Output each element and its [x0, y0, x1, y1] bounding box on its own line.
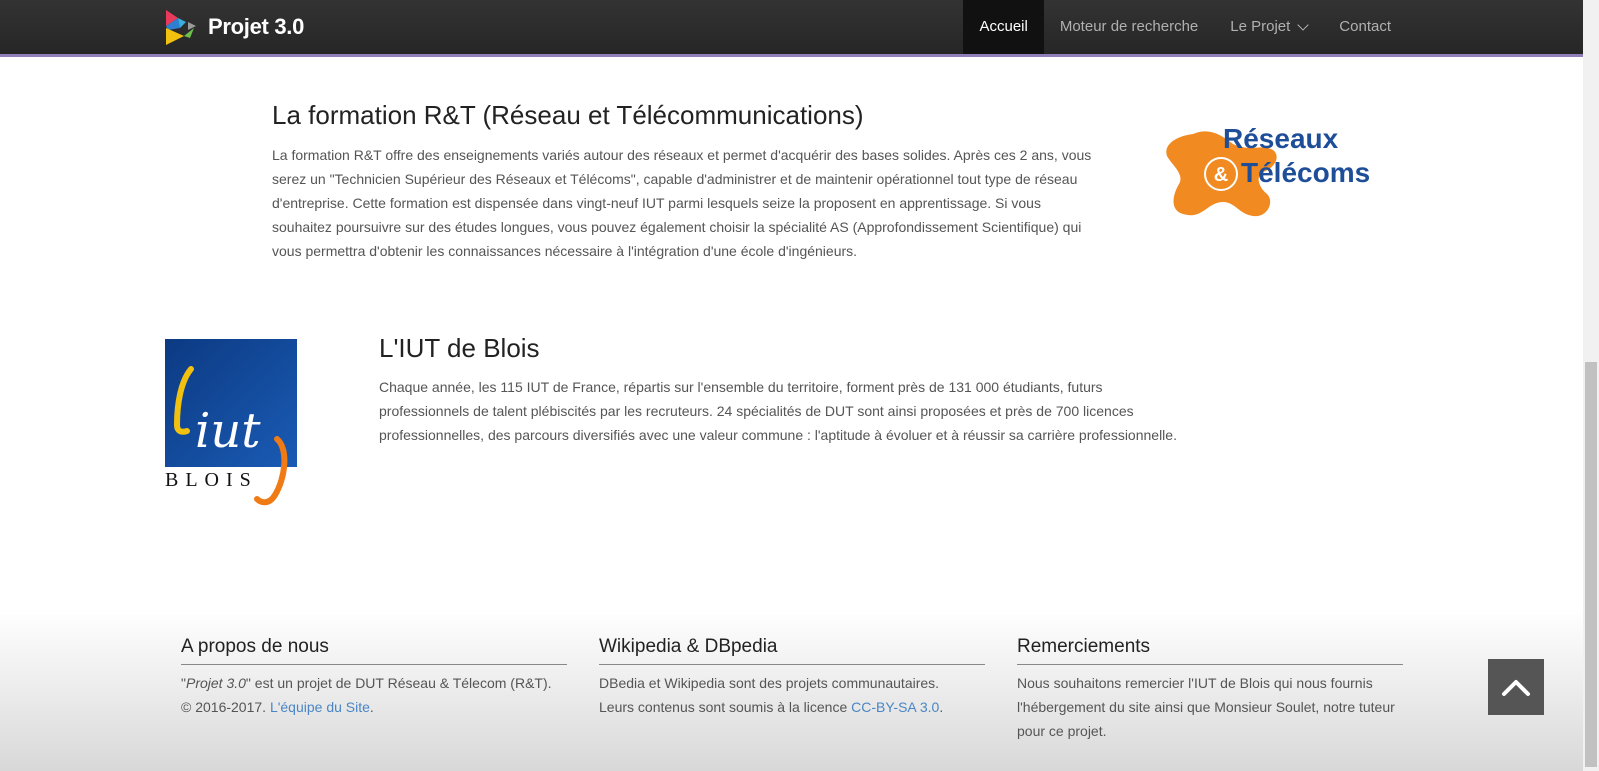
nav-item-le-projet[interactable]: Le Projet: [1214, 0, 1323, 54]
chevron-up-icon: [1502, 680, 1530, 696]
scrollbar-thumb[interactable]: [1585, 362, 1597, 767]
nav-item-contact[interactable]: Contact: [1323, 0, 1407, 54]
footer-thanks-text: Nous souhaitons remercier l'IUT de Blois…: [1017, 675, 1395, 739]
brand-link[interactable]: Projet 3.0: [164, 8, 304, 46]
footer-project-name: Projet 3.0: [185, 675, 246, 691]
rt-logo-line2: Télécoms: [1241, 157, 1370, 188]
iut-logo-word: iut: [195, 403, 261, 459]
back-to-top-button[interactable]: [1488, 659, 1544, 715]
iut-section-title: L'IUT de Blois: [379, 333, 540, 363]
navbar: Projet 3.0 Accueil Moteur de recherche L…: [0, 0, 1583, 57]
footer-wiki-line1: DBedia et Wikipedia sont des projets com…: [599, 675, 940, 691]
nav-item-moteur-de-recherche[interactable]: Moteur de recherche: [1044, 0, 1214, 54]
brand-logo-icon: [166, 10, 196, 45]
iut-blois-logo: iut BLOIS: [165, 339, 297, 506]
footer-about: A propos de nous "Projet 3.0" est un pro…: [181, 636, 567, 719]
footer-thanks: Remerciements Nous souhaitons remercier …: [1017, 636, 1403, 743]
nav-item-le-projet-label: Le Projet: [1230, 18, 1291, 35]
chevron-down-icon: [1297, 19, 1309, 31]
main-nav: Accueil Moteur de recherche Le Projet Co…: [963, 0, 1407, 54]
footer: A propos de nous "Projet 3.0" est un pro…: [0, 608, 1583, 771]
footer-about-line1: est un projet de DUT Réseau & Télecom (R…: [250, 675, 552, 691]
rt-logo-line1: Réseaux: [1223, 123, 1339, 154]
footer-wiki-period: .: [939, 699, 944, 715]
footer-copyright: © 2016-2017.: [181, 699, 270, 715]
footer-about-title: A propos de nous: [181, 636, 567, 665]
footer-about-text: "Projet 3.0" est un projet de DUT Réseau…: [181, 675, 552, 715]
brand-name: Projet 3.0: [208, 14, 305, 39]
footer-wiki-line2: Leurs contenus sont soumis à la licence: [599, 699, 852, 715]
footer-thanks-title: Remerciements: [1017, 636, 1403, 665]
rt-section-text: La formation R&T offre des enseignements…: [272, 147, 1092, 259]
iut-logo-city: BLOIS: [165, 469, 258, 491]
license-link[interactable]: CC-BY-SA 3.0: [851, 699, 939, 715]
rt-logo-amp: &: [1214, 164, 1228, 186]
reseaux-telecoms-logo: & Réseaux Télécoms: [1166, 123, 1370, 217]
rt-section-title: La formation R&T (Réseau et Télécommunic…: [272, 100, 864, 130]
footer-about-period: .: [369, 699, 374, 715]
nav-item-accueil[interactable]: Accueil: [963, 0, 1044, 54]
team-link[interactable]: L'équipe du Site: [270, 699, 370, 715]
footer-wiki: Wikipedia & DBpedia DBedia et Wikipedia …: [599, 636, 985, 719]
page-scrollbar[interactable]: [1583, 0, 1599, 771]
footer-wiki-title: Wikipedia & DBpedia: [599, 636, 985, 665]
footer-wiki-text: DBedia et Wikipedia sont des projets com…: [599, 671, 985, 719]
iut-section-text: Chaque année, les 115 IUT de France, rép…: [379, 379, 1177, 443]
